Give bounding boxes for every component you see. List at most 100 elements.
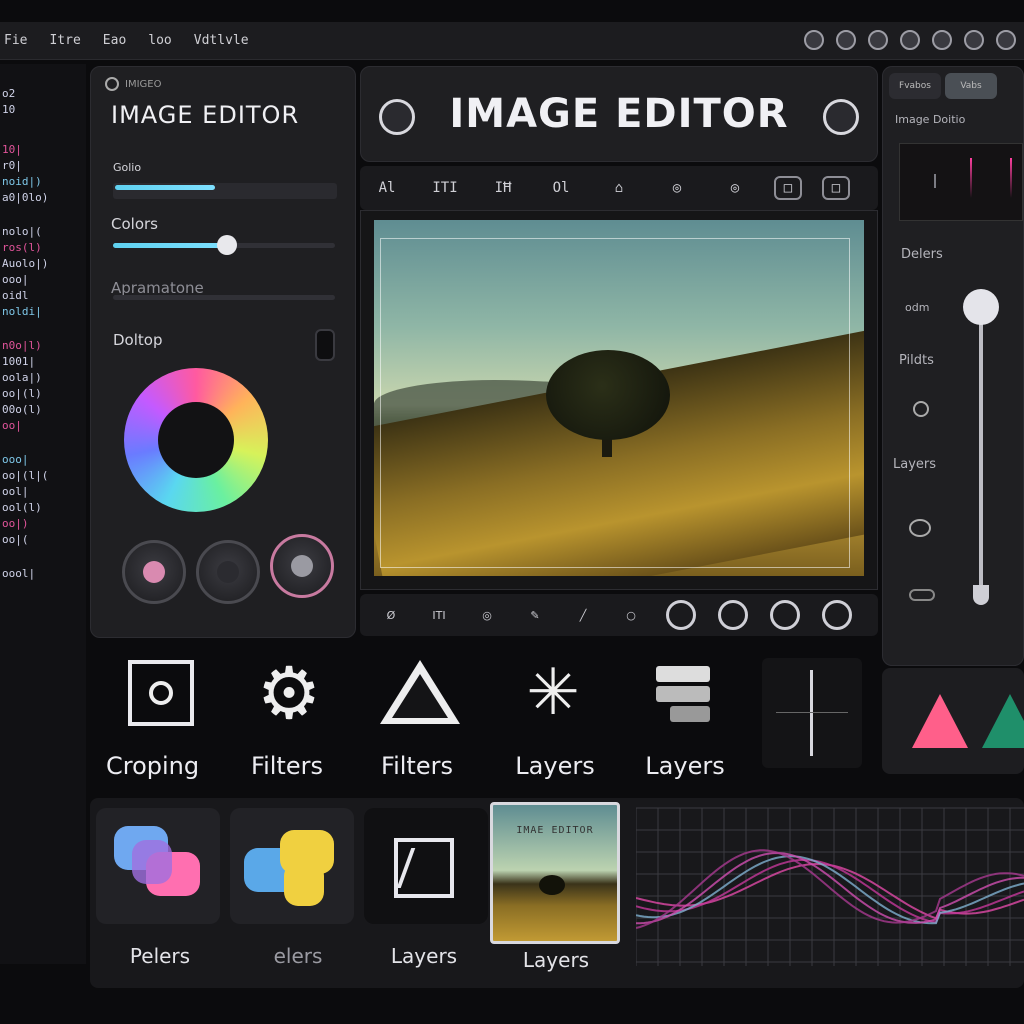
tool-label: Layers <box>515 752 595 780</box>
asset-tile-image-thumbnail[interactable]: IMAE EDITOR <box>490 802 620 944</box>
layers-panel-tabs: Fvabos Vabs <box>889 73 997 99</box>
code-line: 10 <box>2 103 16 116</box>
transform-tool-button[interactable]: Ol <box>542 170 580 206</box>
mask-tool-button[interactable] <box>770 600 800 630</box>
rotate-tool-button[interactable]: Ø <box>378 602 404 628</box>
waveform-graph[interactable] <box>636 798 1024 988</box>
target-tool-button[interactable]: ◎ <box>658 170 696 206</box>
eye-tool-button[interactable]: ◎ <box>474 602 500 628</box>
menu-item-tools[interactable]: loo <box>148 33 171 48</box>
layers-panel-title: Image Doitio <box>895 113 966 126</box>
home-tool-button[interactable]: ⌂ <box>600 170 638 206</box>
asset-tile-python[interactable] <box>230 808 354 924</box>
canvas-tool-bar: Ø ITI ◎ ✎ ╱ ○ <box>360 594 878 636</box>
code-line: 10| <box>2 143 22 156</box>
system-tray <box>804 30 1016 50</box>
code-line: r0| <box>2 159 22 172</box>
lens-tool-button[interactable] <box>718 600 748 630</box>
globe-icon[interactable] <box>996 30 1016 50</box>
transform-axis <box>810 670 813 756</box>
panel-tab-label[interactable]: IMIGEO <box>125 79 161 90</box>
menu-item-window[interactable]: Vdtlvle <box>194 33 249 48</box>
colors-slider-knob[interactable] <box>217 235 237 255</box>
layer-link-icon[interactable] <box>909 589 935 601</box>
pen-tool-button[interactable]: ✎ <box>522 602 548 628</box>
code-sidebar: o2 10 10| r0| noid|) a0|0lo) nolo|(ros(l) Auolo… <box>0 64 86 964</box>
asset-shape <box>284 862 324 906</box>
shield-icon[interactable] <box>836 30 856 50</box>
layers-label-odm: odm <box>905 301 930 314</box>
app-logo-icon[interactable] <box>379 99 415 135</box>
asset-tile-pink[interactable] <box>96 808 220 924</box>
globe-icon[interactable] <box>964 30 984 50</box>
hourglass-icon <box>394 838 454 898</box>
transform-widget[interactable] <box>762 658 862 768</box>
ring-icon[interactable] <box>900 30 920 50</box>
dot-tool-button[interactable]: ○ <box>618 602 644 628</box>
swatch-dot <box>217 561 239 583</box>
camera-icon[interactable] <box>868 30 888 50</box>
slider-label-golio: Golio <box>113 161 142 174</box>
circle-tool-button[interactable] <box>666 600 696 630</box>
tool-filters-triangle[interactable]: Filters <box>356 640 476 794</box>
grid-tool-button[interactable]: ITI <box>426 170 464 206</box>
swatch-button-dark[interactable] <box>196 540 260 604</box>
panel-tabs: IMIGEO <box>105 77 161 91</box>
swatch-button-pink[interactable] <box>122 540 186 604</box>
swatch-button-grey[interactable] <box>270 534 334 598</box>
line-tool-button[interactable]: ╱ <box>570 602 596 628</box>
layer-lock-icon[interactable] <box>909 519 931 537</box>
tool-filters[interactable]: ⚙ Filters <box>226 640 346 794</box>
code-line: oool| <box>2 567 36 580</box>
camera-icon[interactable] <box>804 30 824 50</box>
window-tool-button[interactable]: □ <box>822 176 850 200</box>
tab-vabs[interactable]: Vabs <box>945 73 997 99</box>
crop-frame[interactable] <box>380 238 850 568</box>
layer-visibility-icon[interactable] <box>913 401 929 417</box>
settings-icon[interactable] <box>823 99 859 135</box>
layers-label-pildts: Pildts <box>899 353 934 368</box>
layer-opacity-slider[interactable] <box>979 293 983 595</box>
align-tool-button[interactable]: Al <box>368 170 406 206</box>
asset-tile-hourglass[interactable] <box>364 808 488 924</box>
frame-tool-button[interactable]: □ <box>774 176 802 200</box>
lens-tool-button[interactable]: ◎ <box>716 170 754 206</box>
preview-line <box>970 158 972 198</box>
swatch-dot <box>291 555 313 577</box>
tool-layers[interactable]: Layers <box>620 640 740 794</box>
code-line: ooo| <box>2 273 29 286</box>
code-line: ool| <box>2 485 29 498</box>
code-line: oo|) <box>2 517 29 530</box>
code-line: n0o|l) <box>2 339 42 352</box>
slider-label-colors: Colors <box>111 215 158 233</box>
thumbnail-tree <box>539 875 565 895</box>
flag-icon[interactable] <box>932 30 952 50</box>
code-line: oo|(l|( <box>2 469 49 482</box>
color-wheel[interactable] <box>124 368 268 512</box>
tool-layers-sparkle[interactable]: ✳ Layers <box>490 640 610 794</box>
menu-item-edit[interactable]: Itre <box>49 33 80 48</box>
asset-shape <box>132 840 172 884</box>
layers-label-layers: Layers <box>893 457 937 472</box>
tool-label: Filters <box>251 752 323 780</box>
asset-label: Pelers <box>129 944 191 968</box>
layer-opacity-knob[interactable] <box>963 289 999 325</box>
tab-favorites[interactable]: Fvabos <box>889 73 941 99</box>
tool-cropping[interactable]: Croping <box>98 640 218 794</box>
doltop-toggle[interactable] <box>315 329 335 361</box>
asset-label: Layers <box>390 944 458 968</box>
histogram-tool-button[interactable]: IĦ <box>484 170 522 206</box>
shape-swatch-pink[interactable] <box>912 694 968 748</box>
menu-item-file[interactable]: Fie <box>4 33 27 48</box>
shape-swatch-green[interactable] <box>982 694 1024 748</box>
tool-label: Layers <box>645 752 725 780</box>
canvas-image[interactable] <box>374 220 864 576</box>
exposure-tool-button[interactable] <box>822 600 852 630</box>
layers-icon <box>650 660 716 726</box>
apramatone-slider[interactable] <box>113 295 335 300</box>
grid-view-button[interactable]: ITI <box>426 602 452 628</box>
code-line: a0|0lo) <box>2 191 49 204</box>
menu-item-view[interactable]: Eao <box>103 33 126 48</box>
asset-strip: Pelers elers Layers IMAE EDITOR Layers <box>90 798 1024 988</box>
layer-preview[interactable] <box>899 143 1023 221</box>
